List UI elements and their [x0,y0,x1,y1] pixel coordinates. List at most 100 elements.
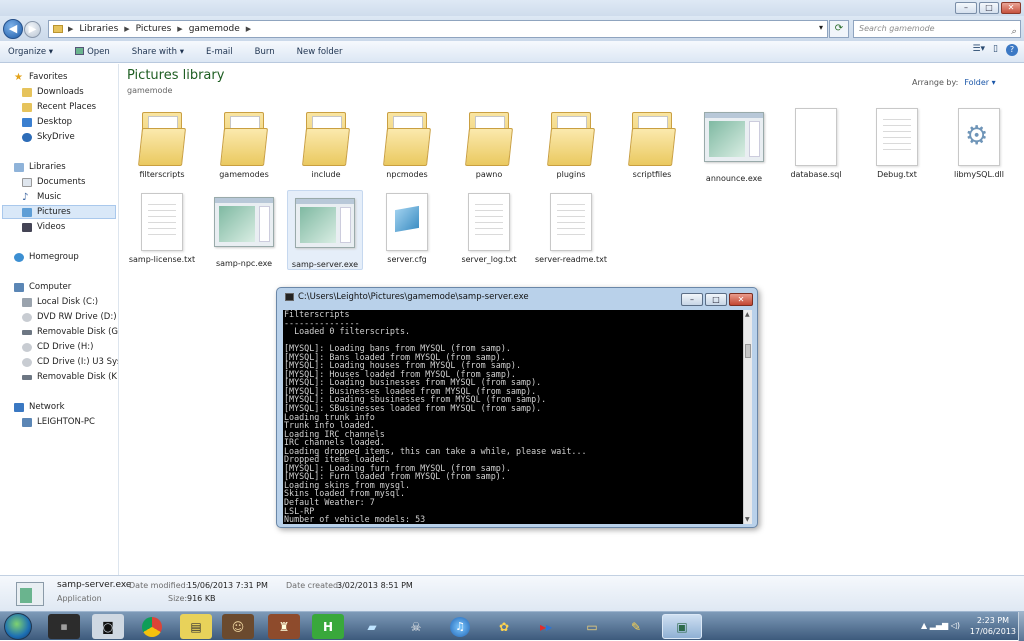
h-app-icon[interactable]: H [312,614,344,639]
file-item-pawno[interactable]: pawno [448,108,530,179]
samp-server-taskbar-button[interactable]: ▣ [662,614,702,639]
preview-pane-icon[interactable]: ▯ [993,44,998,56]
refresh-icon[interactable]: ⟳ [829,20,849,38]
minimize-button[interactable]: – [955,2,977,14]
nav-favorites[interactable]: ★ Favorites [14,72,67,82]
notes-app-icon[interactable]: ▤ [180,614,212,639]
nav-libraries[interactable]: Libraries [14,162,66,172]
nav-pictures[interactable]: Pictures [22,207,71,217]
breadcrumb-gamemode[interactable]: gamemode [189,24,240,34]
file-item-database[interactable]: database.sql [775,108,857,179]
file-item-samp-npc[interactable]: samp-npc.exe [203,193,285,268]
console-title-bar[interactable]: C:\Users\Leighto\Pictures\gamemode\samp-… [285,292,529,302]
console-window[interactable]: C:\Users\Leighto\Pictures\gamemode\samp-… [276,287,758,528]
new-folder-button[interactable]: New folder [297,47,343,57]
back-arrow-icon[interactable]: ◀ [3,19,23,39]
character-app-icon[interactable]: ♜ [268,614,300,639]
messenger-icon[interactable]: ✿ [488,614,520,639]
nav-leighton-pc[interactable]: LEIGHTON-PC [22,417,95,427]
console-minimize-button[interactable]: – [681,293,703,306]
start-button[interactable] [4,613,32,640]
camera-app-icon[interactable]: ◙ [92,614,124,639]
show-desktop-button[interactable] [1018,612,1024,641]
clock[interactable]: 2:23 PM 17/06/2013 [970,615,1016,637]
search-input[interactable]: Search gamemode ⌕ [853,20,1021,38]
nav-downloads[interactable]: Downloads [22,87,84,97]
itunes-icon[interactable]: ♫ [444,614,476,639]
console-maximize-button[interactable]: □ [705,293,727,306]
file-item-debug[interactable]: Debug.txt [856,108,938,179]
navigation-pane: ★ Favorites Downloads Recent Places Deskt… [0,64,130,575]
file-item-scriptfiles[interactable]: scriptfiles [611,108,693,179]
address-bar[interactable]: ▶ Libraries ▶ Pictures ▶ gamemode ▶ ▾ [48,20,828,38]
skull-app-icon[interactable]: ☠ [400,614,432,639]
nav-music[interactable]: ♪ Music [22,192,61,202]
forward-arrow-icon[interactable]: ▶ [24,21,41,38]
file-item-samp-server[interactable]: samp-server.exe [287,190,363,270]
maximize-button[interactable]: □ [979,2,999,14]
paint-icon[interactable]: ✎ [620,614,652,639]
nav-recent-places[interactable]: Recent Places [22,102,96,112]
nav-documents[interactable]: Documents [22,177,85,187]
breadcrumb-pictures[interactable]: Pictures [136,24,172,34]
nav-skydrive[interactable]: SkyDrive [22,132,75,142]
taskbar: ▦ ◙ ▤ ☺ ♜ H ▰ ☠ ♫ ✿ ▸ ▸ ▭ ✎ ▣ ▲ ▂▄▆ ◁) 2:… [0,611,1024,641]
notepad-app-icon[interactable]: ▰ [356,614,388,639]
file-item-plugins[interactable]: plugins [530,108,612,179]
documents-icon [22,177,32,187]
file-item-server-readme[interactable]: server-readme.txt [530,193,612,264]
file-name: Debug.txt [877,170,917,179]
nav-removable-k[interactable]: Removable Disk (K:) [22,372,123,382]
file-item-announce[interactable]: announce.exe [693,108,775,183]
arrow-app-icon[interactable]: ▸ ▸ [530,614,562,639]
console-close-button[interactable]: ✕ [729,293,753,306]
nav-desktop[interactable]: Desktop [22,117,72,127]
library-subtitle[interactable]: gamemode [127,86,172,95]
file-item-server-log[interactable]: server_log.txt [448,193,530,264]
file-item-libmysql[interactable]: ⚙ libmySQL.dll [938,108,1020,179]
organize-button[interactable]: Organize ▾ [8,47,53,57]
change-view-icon[interactable]: ☰▾ [972,44,985,56]
help-icon[interactable]: ? [1006,44,1018,56]
nav-computer[interactable]: Computer [14,282,71,292]
console-scrollbar[interactable]: ▲ ▼ [743,310,752,524]
arrange-value[interactable]: Folder ▾ [964,78,995,87]
scroll-thumb[interactable] [745,344,751,358]
email-button[interactable]: E-mail [206,47,233,57]
burn-button[interactable]: Burn [255,47,275,57]
nav-cd-h[interactable]: CD Drive (H:) [22,342,93,352]
nav-network[interactable]: Network [14,402,65,412]
close-button[interactable]: ✕ [1001,2,1021,14]
scroll-up-icon[interactable]: ▲ [745,311,750,318]
cd-drive-icon [22,357,32,367]
avatar-app-icon[interactable]: ☺ [222,614,254,639]
scroll-down-icon[interactable]: ▼ [745,516,750,523]
file-name: announce.exe [705,174,763,183]
explorer-icon[interactable]: ▭ [576,614,608,639]
nav-local-disk[interactable]: Local Disk (C:) [22,297,98,307]
arrange-by[interactable]: Arrange by: Folder ▾ [912,78,996,87]
file-item-samp-license[interactable]: samp-license.txt [121,193,203,264]
system-tray[interactable]: ▲ ▂▄▆ ◁) [921,621,960,630]
dropdown-arrow-icon[interactable]: ▾ [819,23,823,32]
nav-removable-g[interactable]: Removable Disk (G:) [22,327,124,337]
file-item-gamemodes[interactable]: gamemodes [203,108,285,179]
volume-icon[interactable]: ◁) [951,621,960,630]
file-item-include[interactable]: include [285,108,367,179]
nav-cd-i[interactable]: CD Drive (I:) U3 Syste [22,357,130,367]
nav-videos[interactable]: Videos [22,222,65,232]
console-output[interactable]: Filterscripts --------------- Loaded 0 f… [283,310,743,524]
share-with-button[interactable]: Share with ▾ [132,47,184,57]
signal-icon[interactable]: ▂▄▆ [930,621,948,630]
open-button[interactable]: Open [75,47,110,57]
chrome-icon[interactable] [136,614,168,639]
show-hidden-icon[interactable]: ▲ [921,621,927,630]
nav-homegroup[interactable]: Homegroup [14,252,79,262]
file-item-filterscripts[interactable]: filterscripts [121,108,203,179]
file-item-server-cfg[interactable]: server.cfg [366,193,448,264]
file-item-npcmodes[interactable]: npcmodes [366,108,448,179]
game-app-icon[interactable]: ▦ [48,614,80,639]
nav-label: Music [37,192,62,202]
breadcrumb-libraries[interactable]: Libraries [79,24,118,34]
nav-dvd-drive[interactable]: DVD RW Drive (D:) T [22,312,124,322]
